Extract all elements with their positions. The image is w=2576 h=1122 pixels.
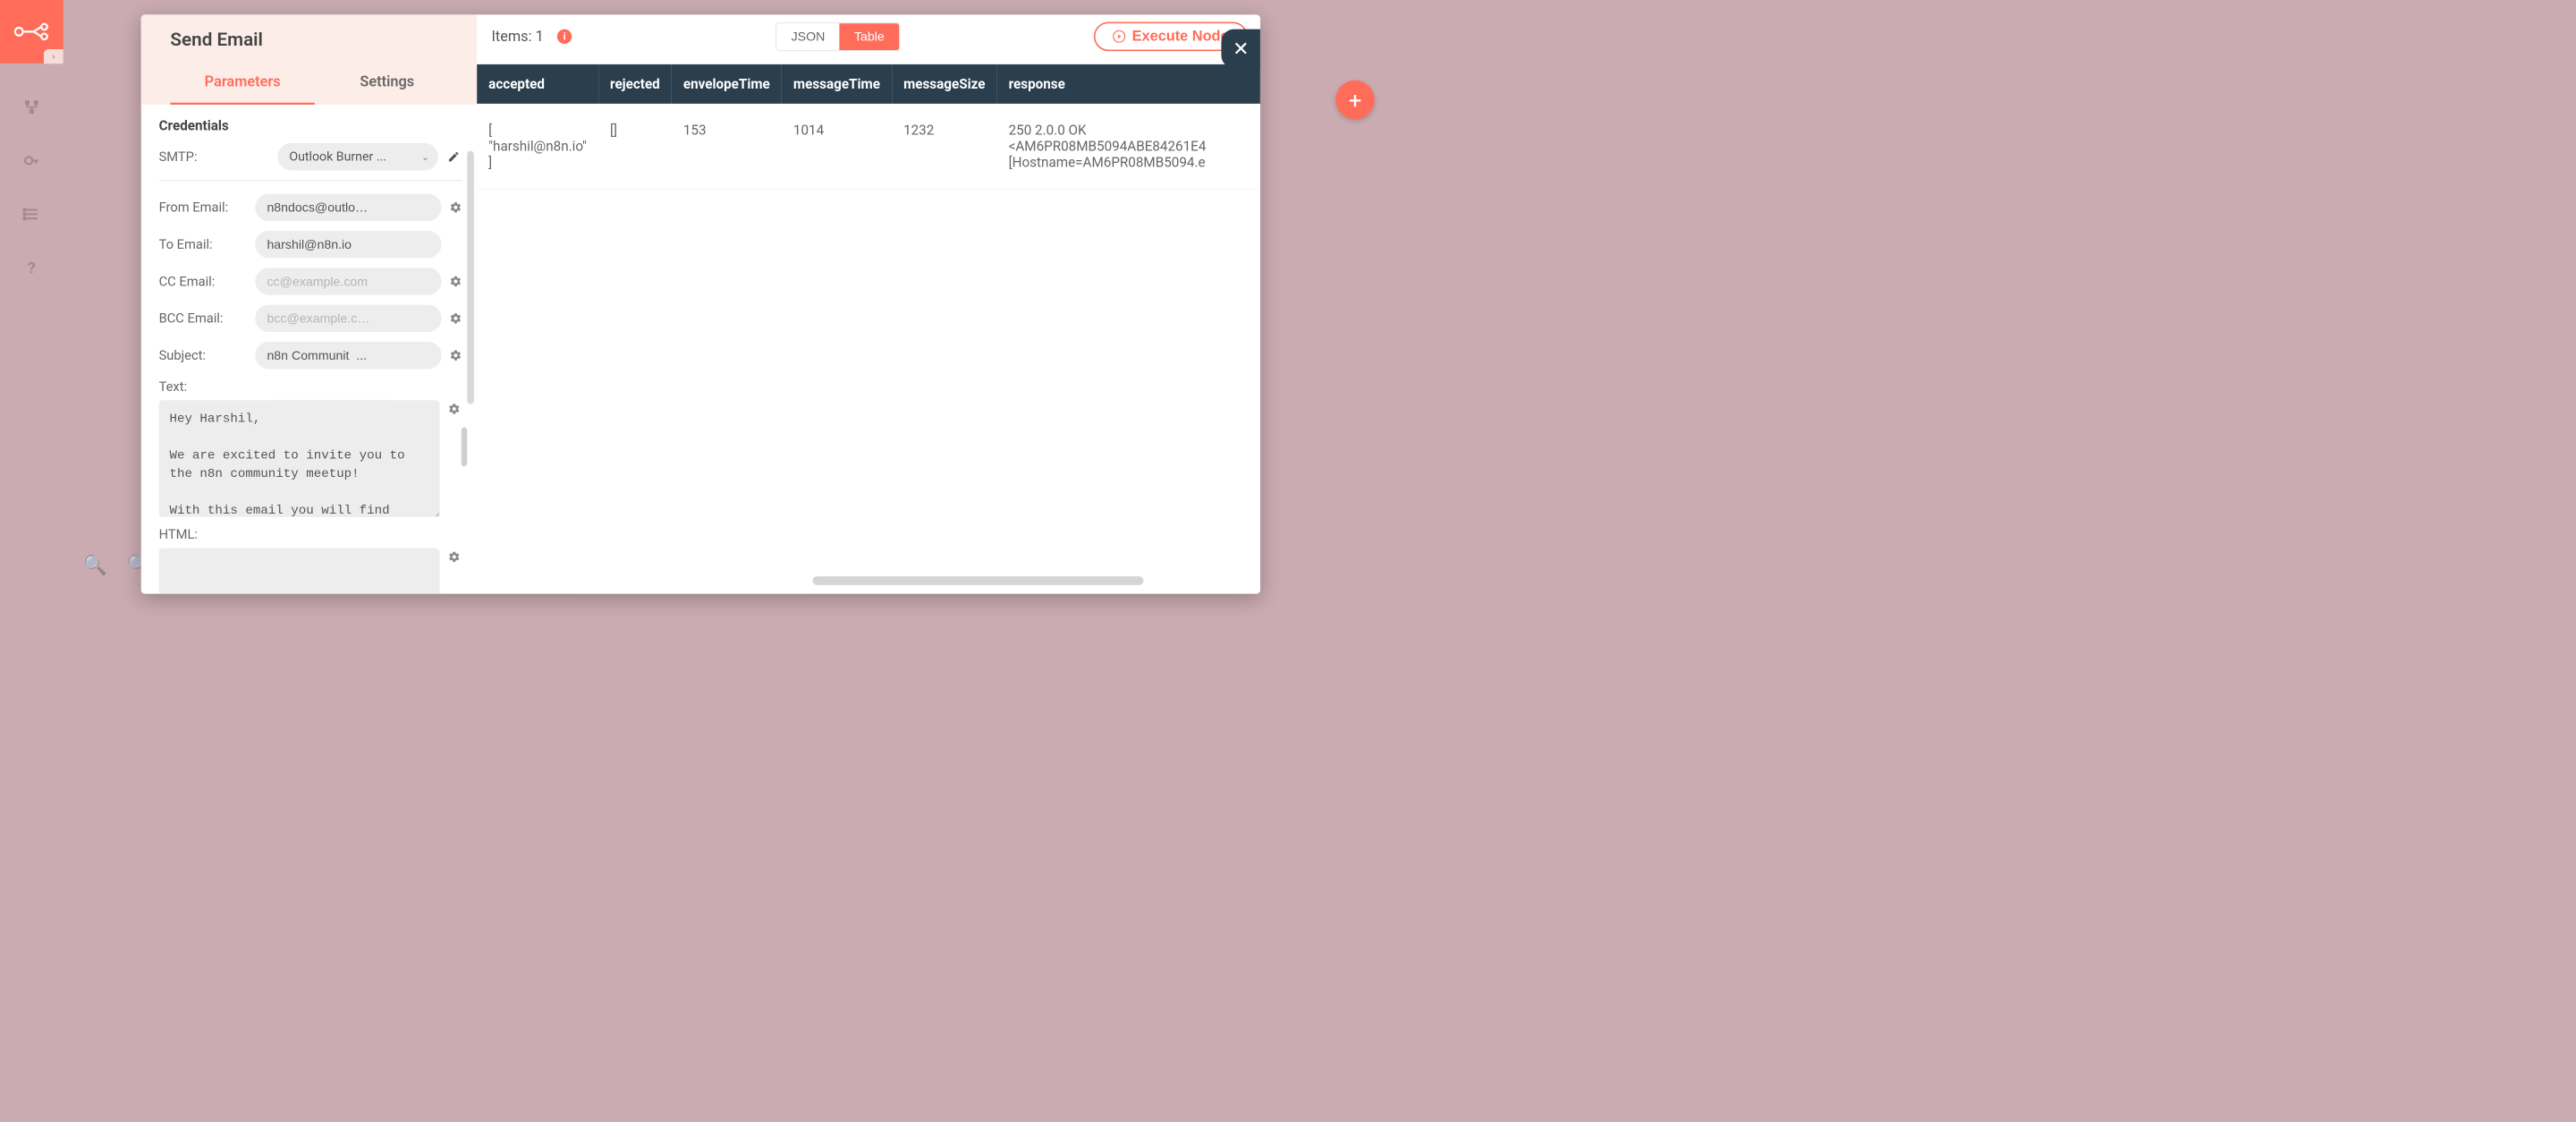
to-email-options[interactable] — [448, 235, 462, 253]
tab-settings[interactable]: Settings — [315, 59, 460, 105]
gear-icon — [449, 349, 462, 361]
sidebar-executions-icon[interactable] — [21, 204, 41, 224]
text-options[interactable] — [446, 400, 462, 418]
output-header: Items: 1 i JSON Table Execute Node — [477, 14, 1260, 58]
from-email-input[interactable] — [255, 194, 441, 221]
to-email-row: To Email: — [158, 231, 462, 258]
divider — [158, 180, 462, 181]
node-tabs: Parameters Settings — [170, 59, 459, 105]
bcc-email-label: BCC Email: — [158, 310, 248, 326]
html-body-input[interactable] — [158, 548, 439, 594]
sidebar-workflows-icon[interactable] — [21, 98, 41, 117]
view-toggle: JSON Table — [775, 22, 900, 51]
info-icon: i — [564, 30, 566, 42]
cc-email-options[interactable] — [448, 273, 462, 291]
cell-messageTime: 1014 — [782, 104, 892, 189]
chevron-down-icon: ⌄ — [421, 151, 429, 163]
cell-response: 250 2.0.0 OK <AM6PR08MB5094ABE84261E4 [H… — [997, 104, 1260, 189]
node-parameters-panel: Send Email Parameters Settings Credentia… — [141, 14, 477, 593]
to-email-label: To Email: — [158, 236, 248, 251]
node-output-panel: Items: 1 i JSON Table Execute Node ✕ acc… — [477, 14, 1260, 593]
from-email-options[interactable] — [448, 199, 462, 217]
app-logo[interactable]: › — [0, 0, 64, 64]
parameters-scroll[interactable]: Credentials SMTP: Outlook Burner ... ⌄ F… — [141, 105, 477, 594]
node-editor-modal: Send Email Parameters Settings Credentia… — [141, 14, 1260, 593]
play-icon — [1113, 30, 1125, 43]
node-header: Send Email Parameters Settings — [141, 14, 477, 105]
cell-rejected: [] — [598, 104, 672, 189]
subject-input[interactable] — [255, 342, 441, 369]
gear-icon — [449, 312, 462, 325]
cc-email-row: CC Email: — [158, 268, 462, 294]
smtp-credential-value: Outlook Burner ... — [289, 149, 386, 164]
close-modal-button[interactable]: ✕ — [1221, 30, 1260, 69]
output-table: accepted rejected envelopeTime messageTi… — [477, 64, 1260, 190]
view-table-button[interactable]: Table — [840, 23, 899, 50]
panel-scrollbar[interactable] — [467, 151, 474, 404]
output-table-wrap[interactable]: accepted rejected envelopeTime messageTi… — [477, 64, 1260, 594]
cell-messageSize: 1232 — [892, 104, 997, 189]
add-node-button[interactable]: + — [1335, 81, 1375, 120]
bcc-email-options[interactable] — [448, 310, 462, 327]
view-json-button[interactable]: JSON — [776, 23, 839, 50]
zoom-in-button[interactable]: 🔍 — [82, 554, 106, 577]
sidebar-help-icon[interactable]: ? — [21, 258, 41, 277]
cc-email-input[interactable] — [255, 268, 441, 294]
smtp-credential-row: SMTP: Outlook Burner ... ⌄ — [158, 143, 462, 170]
gear-icon — [449, 275, 462, 287]
table-row: [ "harshil@n8n.io" ] [] 153 1014 1232 25… — [477, 104, 1260, 189]
execute-label: Execute Node — [1132, 29, 1229, 45]
smtp-credential-select[interactable]: Outlook Burner ... ⌄ — [277, 143, 438, 170]
edit-credential-button[interactable] — [445, 148, 462, 166]
horizontal-scrollbar[interactable] — [812, 576, 1143, 585]
pencil-icon — [447, 150, 460, 163]
cell-accepted: [ "harshil@n8n.io" ] — [477, 104, 598, 189]
items-count: Items: 1 — [491, 28, 543, 45]
textarea-scrollbar[interactable] — [462, 428, 468, 467]
col-accepted: accepted — [477, 64, 598, 104]
subject-label: Subject: — [158, 347, 248, 362]
gear-icon — [448, 550, 461, 563]
from-email-label: From Email: — [158, 200, 248, 215]
col-messageTime: messageTime — [782, 64, 892, 104]
html-label: HTML: — [158, 527, 462, 542]
gear-icon — [448, 403, 461, 415]
plus-icon: + — [1349, 86, 1362, 114]
bcc-email-row: BCC Email: — [158, 305, 462, 332]
table-header-row: accepted rejected envelopeTime messageTi… — [477, 64, 1260, 104]
col-envelopeTime: envelopeTime — [672, 64, 782, 104]
chevron-right-icon: › — [52, 51, 55, 61]
sidebar-expand-button[interactable]: › — [44, 49, 64, 64]
html-options[interactable] — [446, 548, 462, 566]
to-email-input[interactable] — [255, 231, 441, 258]
col-response: response — [997, 64, 1260, 104]
col-messageSize: messageSize — [892, 64, 997, 104]
cc-email-label: CC Email: — [158, 274, 248, 289]
n8n-logo-icon — [13, 21, 52, 41]
node-title: Send Email — [170, 30, 459, 60]
info-badge[interactable]: i — [557, 30, 572, 44]
close-icon: ✕ — [1233, 38, 1249, 61]
sidebar-credentials-icon[interactable] — [21, 151, 41, 171]
subject-options[interactable] — [448, 346, 462, 364]
col-rejected: rejected — [598, 64, 672, 104]
credentials-heading: Credentials — [158, 117, 462, 133]
app-sidebar: › ? — [0, 0, 64, 610]
gear-icon — [449, 238, 462, 251]
subject-row: Subject: — [158, 342, 462, 369]
svg-text:?: ? — [28, 259, 36, 276]
text-label: Text: — [158, 378, 462, 394]
from-email-row: From Email: — [158, 194, 462, 221]
cell-envelopeTime: 153 — [672, 104, 782, 189]
tab-parameters[interactable]: Parameters — [170, 59, 315, 105]
text-body-input[interactable] — [158, 400, 439, 517]
smtp-label: SMTP: — [158, 149, 270, 164]
bcc-email-input[interactable] — [255, 305, 441, 332]
gear-icon — [449, 201, 462, 214]
